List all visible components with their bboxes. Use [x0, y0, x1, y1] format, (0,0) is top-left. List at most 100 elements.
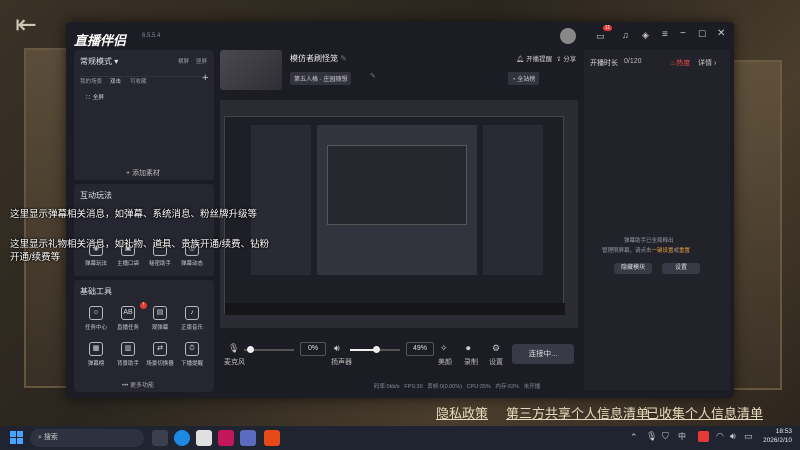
clock-time[interactable]: 18:53: [762, 428, 792, 435]
edge-icon[interactable]: [174, 430, 190, 446]
nested-preview: [224, 116, 565, 315]
maximize-icon[interactable]: ☐: [698, 29, 706, 40]
privacy-policy-link[interactable]: 隐私政策: [436, 403, 488, 422]
beauty-icon[interactable]: ✧: [440, 343, 448, 354]
tool-view-danmu[interactable]: ▤ 观弹幕: [146, 306, 174, 331]
reset-link[interactable]: 重置: [679, 248, 690, 254]
speaker-slider-fill: [350, 349, 375, 351]
chevron-up-icon[interactable]: ⌃: [630, 432, 638, 443]
fans-rank-label: 全站榜: [517, 77, 536, 83]
settings-label: 设置: [489, 359, 503, 366]
right-panel: 开播时长 0/120 ♨热度 详情 › 弹幕助手已全局释出 管理限屏幕，请点击一…: [584, 50, 730, 390]
status-bar: 码率:0kb/s FPS:30 丢帧:0(0.00%) CPU:35% 内存:6…: [374, 382, 540, 390]
announce-button[interactable]: 🔔︎ 开播提醒: [516, 53, 552, 63]
interact-item-label: 弹幕玩法: [84, 261, 107, 267]
app-logo: 直播伴侣: [74, 33, 127, 48]
tool-bg-helper[interactable]: ▥ 背景助手: [114, 342, 142, 367]
clock-date[interactable]: 2026/2/10: [752, 437, 792, 444]
hot-label: ♨热度: [670, 58, 690, 68]
windows-start-icon[interactable]: [10, 431, 23, 444]
record-icon[interactable]: ⏺: [466, 343, 471, 354]
tool-label: 场景切换器: [146, 361, 174, 367]
danmu-icon: ▤: [153, 306, 167, 320]
connect-button[interactable]: 连接中...: [512, 344, 574, 364]
live-companion-taskbar-icon[interactable]: [264, 430, 280, 446]
scene-tab-double[interactable]: 双击: [110, 77, 121, 85]
nested-taskbar: [225, 303, 565, 315]
status-fps: FPS:30: [404, 384, 423, 390]
portrait-option[interactable]: 竖屏: [196, 57, 207, 65]
mic-tray-icon[interactable]: 🎙︎: [646, 431, 657, 442]
one-click-setup-link[interactable]: 一键设置: [652, 248, 674, 254]
nested-inner-preview: [327, 145, 467, 225]
headset-icon[interactable]: ♫: [622, 30, 629, 40]
collected-info-link[interactable]: 已收集个人信息清单: [646, 403, 763, 422]
avatar[interactable]: [560, 28, 576, 44]
speaker-value[interactable]: 49%: [406, 342, 434, 356]
stream-title[interactable]: 模仿者刷怪笼 ✎: [290, 53, 347, 64]
shield-icon[interactable]: ⛉: [662, 431, 669, 442]
skin-icon[interactable]: ◈: [642, 30, 649, 41]
speaker-slider-handle[interactable]: [373, 346, 380, 353]
edit-category-icon[interactable]: ✎: [370, 72, 376, 80]
tool-live-task[interactable]: AB 直播任务: [114, 306, 142, 331]
record-label: 录制: [464, 359, 478, 366]
message-badge: 11: [603, 25, 613, 31]
hide-module-button[interactable]: 隐藏模块: [614, 263, 652, 274]
app-icon-1[interactable]: [196, 430, 212, 446]
volume-icon[interactable]: 🔊︎: [730, 431, 736, 442]
mic-value[interactable]: 0%: [300, 342, 326, 356]
switch-icon: ⇄: [153, 342, 167, 356]
mic-slider-handle[interactable]: [247, 346, 254, 353]
status-cpu: CPU:35%: [466, 384, 491, 390]
speaker-label: 扬声器: [331, 359, 352, 366]
app-tray-icon[interactable]: [698, 431, 709, 442]
tool-label: 下播提醒: [180, 361, 203, 367]
taskbar-search[interactable]: ⌕ 搜索: [30, 429, 144, 447]
scene-tab-fav[interactable]: 可收藏: [130, 77, 147, 85]
stream-cover[interactable]: [220, 50, 282, 90]
interact-item-label: 主播口袋: [116, 261, 139, 267]
edit-icon[interactable]: ✎: [340, 54, 347, 63]
search-icon: ⌕: [38, 434, 42, 441]
add-source-button[interactable]: + 添加素材: [126, 168, 160, 178]
close-icon[interactable]: ✕: [717, 28, 725, 39]
message-icon[interactable]: ▭: [596, 31, 605, 42]
tool-danmu-rank[interactable]: ▦ 弹幕榜: [82, 342, 110, 367]
ime-indicator[interactable]: 中: [678, 431, 686, 442]
tool-task-center[interactable]: ☺ 任务中心: [82, 306, 110, 331]
beauty-label: 美颜: [438, 359, 452, 366]
speaker-icon[interactable]: 🔊︎: [334, 343, 340, 354]
add-scene-icon[interactable]: +: [202, 72, 208, 84]
stream-category[interactable]: 第五人格 · 庄园随想: [290, 72, 352, 85]
more-functions-button[interactable]: ••• 更多功能: [122, 380, 154, 389]
source-item-fullscreen[interactable]: ⛶ 全屏: [86, 93, 104, 102]
tool-scene-switch[interactable]: ⇄ 场景切换器: [146, 342, 174, 367]
right-settings-button[interactable]: 设置: [662, 263, 700, 274]
fans-rank-button[interactable]: ◔ 全站榜: [508, 72, 540, 85]
mic-icon[interactable]: 🎙︎: [228, 343, 239, 354]
tool-music[interactable]: ♪ 正版音乐: [178, 306, 206, 331]
app-icon-3[interactable]: [240, 430, 256, 446]
fullscreen-icon: ⛶: [86, 95, 90, 101]
third-party-list-link[interactable]: 第三方共享个人信息清单: [506, 403, 649, 422]
mode-selector[interactable]: 常规模式 ▾: [80, 56, 118, 67]
task-view-icon[interactable]: [152, 430, 168, 446]
hot-text: 热度: [676, 60, 691, 67]
menu-icon[interactable]: ≡: [662, 29, 668, 40]
backdrop-frame-right: [732, 60, 782, 390]
app-icon-2[interactable]: [218, 430, 234, 446]
mode-label: 常规模式: [80, 57, 112, 66]
tool-end-remind[interactable]: ⏱ 下播提醒: [178, 342, 206, 367]
interact-panel: 互动玩法 ◉ 弹幕玩法 ▣ 主播口袋 ◔ 秘密助手 ◎ 弹幕动态: [74, 184, 214, 276]
scene-tab-my[interactable]: 我的场景: [80, 77, 102, 85]
stream-preview[interactable]: [220, 100, 578, 328]
wifi-icon[interactable]: ◠: [716, 431, 724, 442]
landscape-option[interactable]: 横屏: [178, 57, 189, 65]
details-link[interactable]: 详情 ›: [698, 58, 716, 68]
share-button[interactable]: ⇪ 分享: [556, 53, 576, 63]
minimize-icon[interactable]: −: [680, 28, 686, 39]
exit-icon[interactable]: ⇤: [6, 8, 46, 40]
settings-icon[interactable]: ⚙: [492, 343, 500, 354]
status-drop: 丢帧:0(0.00%): [427, 384, 463, 390]
